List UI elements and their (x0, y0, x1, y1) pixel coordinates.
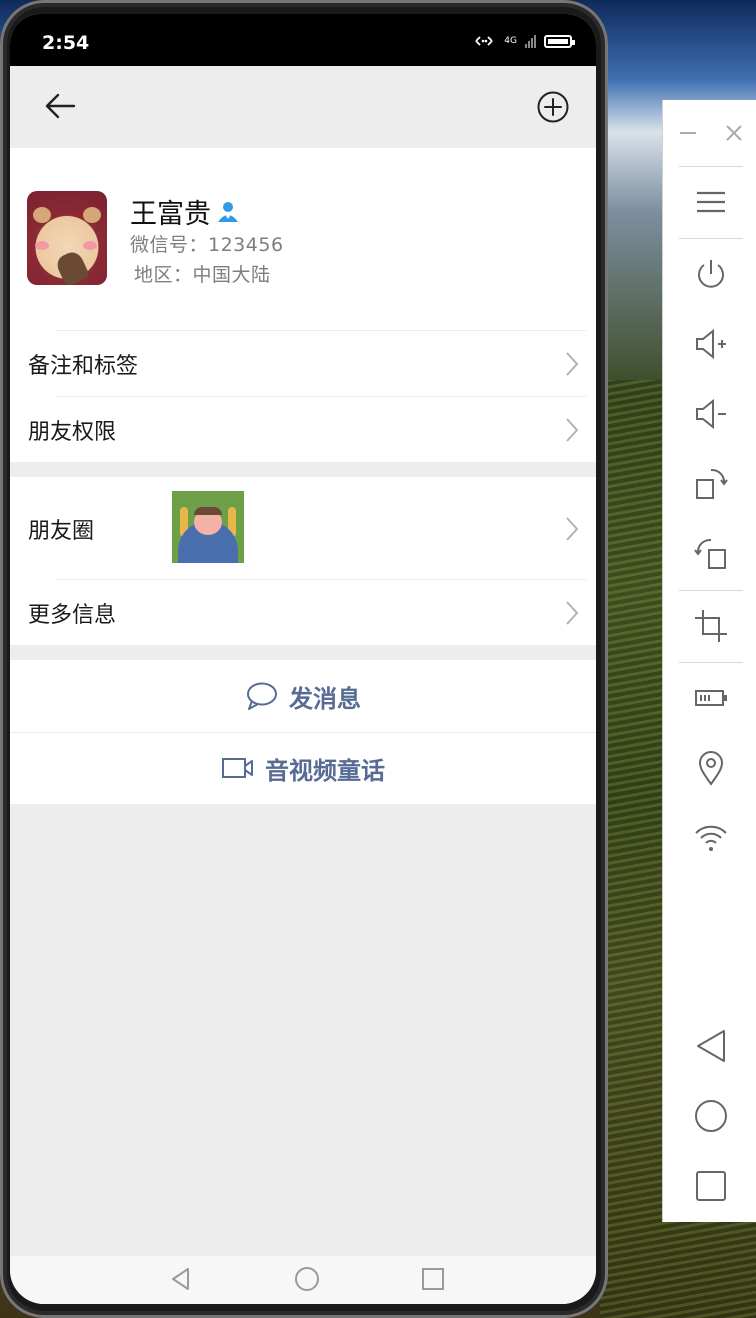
menu-icon[interactable] (691, 182, 731, 222)
phone-screen: 2:54 4G 王富贵 微信号：123456 地区：中国大陆 备注和标签 朋友权… (10, 14, 596, 1304)
verified-user-icon (218, 201, 238, 222)
wechat-id: 微信号：123456 (130, 234, 284, 256)
emulator-toolbar (663, 100, 756, 1222)
video-call-label: 音视频童话 (265, 756, 385, 785)
chat-bubble-icon (247, 682, 277, 710)
divider (10, 732, 596, 733)
cell-label: 备注和标签 (28, 354, 139, 379)
toolbar-divider (679, 662, 743, 663)
top-navbar (10, 66, 596, 148)
data-transfer-icon (475, 36, 493, 46)
contact-name-row: 王富贵 (130, 192, 241, 231)
chevron-right-icon (566, 601, 579, 625)
contact-name: 王富贵 (130, 199, 211, 230)
cell-friend-permissions[interactable]: 朋友权限 (10, 396, 596, 462)
back-triangle-icon[interactable] (168, 1266, 194, 1292)
battery-icon (544, 34, 575, 48)
recent-square-icon[interactable] (691, 1166, 731, 1206)
volume-up-icon[interactable] (691, 324, 731, 364)
profile-header: 王富贵 微信号：123456 地区：中国大陆 (10, 148, 596, 330)
divider (56, 579, 586, 580)
signal-icon (525, 34, 536, 48)
location-pin-icon[interactable] (691, 748, 731, 788)
phone-frame: 2:54 4G 王富贵 微信号：123456 地区：中国大陆 备注和标签 朋友权… (0, 0, 608, 1318)
android-nav-bar (10, 1256, 596, 1304)
avatar[interactable] (27, 191, 107, 285)
recent-square-icon[interactable] (420, 1266, 446, 1292)
minimize-icon[interactable] (679, 126, 697, 140)
network-type: 4G (504, 36, 517, 46)
home-circle-icon[interactable] (294, 1266, 320, 1292)
status-time: 2:54 (42, 32, 90, 54)
status-bar: 2:54 4G (10, 14, 596, 66)
cell-moments[interactable]: 朋友圈 (10, 477, 596, 579)
close-icon[interactable] (725, 124, 743, 142)
chevron-right-icon (566, 418, 579, 442)
toolbar-divider (679, 166, 743, 167)
cell-remark-tags[interactable]: 备注和标签 (10, 330, 596, 396)
video-call-button[interactable]: 音视频童话 (10, 732, 596, 804)
send-message-button[interactable]: 发消息 (10, 660, 596, 732)
moments-info-group: 朋友圈 更多信息 (10, 477, 596, 645)
chevron-right-icon (566, 352, 579, 376)
home-circle-icon[interactable] (691, 1096, 731, 1136)
crop-icon[interactable] (691, 606, 731, 646)
toolbar-divider (679, 590, 743, 591)
wifi-icon[interactable] (691, 818, 731, 858)
send-message-label: 发消息 (289, 684, 361, 713)
volume-down-icon[interactable] (691, 394, 731, 434)
divider (56, 330, 586, 331)
cell-label: 更多信息 (28, 603, 117, 628)
moments-thumbnail[interactable] (172, 491, 244, 563)
power-icon[interactable] (691, 254, 731, 294)
cell-label: 朋友权限 (28, 420, 117, 445)
cell-label: 朋友圈 (28, 519, 95, 544)
back-triangle-icon[interactable] (691, 1026, 731, 1066)
contact-settings-group: 备注和标签 朋友权限 (10, 330, 596, 462)
chevron-right-icon (566, 517, 579, 541)
plus-circle-icon[interactable] (536, 90, 570, 124)
status-icons: 4G (472, 34, 575, 48)
divider (56, 396, 586, 397)
back-arrow-icon[interactable] (40, 86, 80, 126)
toolbar-divider (679, 238, 743, 239)
region: 地区：中国大陆 (134, 264, 271, 286)
rotate-left-icon[interactable] (691, 534, 731, 574)
cell-more-info[interactable]: 更多信息 (10, 579, 596, 645)
video-camera-icon (222, 758, 253, 778)
rotate-right-icon[interactable] (691, 464, 731, 504)
battery-icon[interactable] (691, 678, 731, 718)
contact-actions: 发消息 音视频童话 (10, 660, 596, 804)
